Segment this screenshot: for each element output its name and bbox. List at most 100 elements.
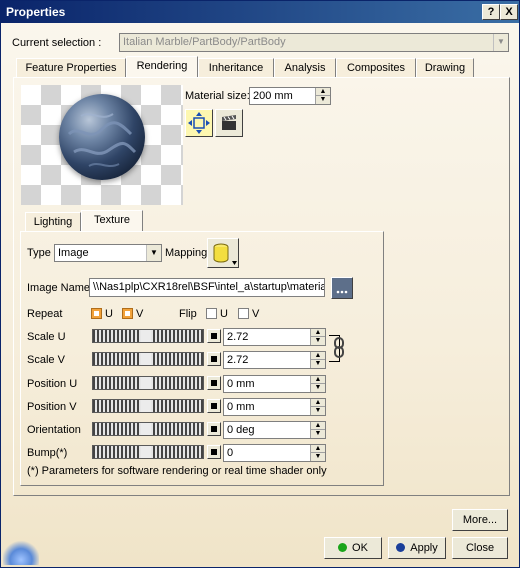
ok-button[interactable]: OK (324, 537, 382, 559)
flip-u-checkbox[interactable] (206, 308, 217, 319)
mapping-button[interactable] (207, 238, 239, 268)
spin-down-icon[interactable]: ▼ (310, 430, 325, 438)
fit-material-button[interactable] (185, 109, 213, 137)
position-u-reset-button[interactable] (207, 376, 221, 390)
subtab-lighting[interactable]: Lighting (25, 212, 81, 232)
spin-up-icon[interactable]: ▲ (310, 399, 325, 407)
tab-composites[interactable]: Composites (336, 58, 416, 78)
tab-analysis[interactable]: Analysis (274, 58, 336, 78)
slider-thumb[interactable] (141, 423, 152, 435)
clapperboard-icon (222, 115, 236, 130)
tab-rendering[interactable]: Rendering (126, 56, 198, 78)
close-button[interactable]: Close (452, 537, 508, 559)
spin-down-icon[interactable]: ▼ (310, 360, 325, 368)
spin-down-icon[interactable]: ▼ (310, 337, 325, 345)
repeat-v-label: V (136, 308, 144, 320)
browse-image-button[interactable] (331, 277, 353, 299)
image-name-field[interactable]: \\Nas1plp\CXR18rel\BSF\intel_a\startup\m… (89, 278, 325, 297)
tab-inheritance[interactable]: Inheritance (198, 58, 274, 78)
ok-status-icon (338, 543, 348, 552)
param-label: Position U (27, 378, 78, 390)
spin-up-icon[interactable]: ▲ (310, 422, 325, 430)
logo-glow (3, 539, 39, 565)
slider-thumb[interactable] (141, 377, 152, 389)
param-value: 0 mm (227, 378, 255, 390)
footnote-text: (*) Parameters for software rendering or… (27, 465, 327, 477)
type-combo[interactable]: Image ▼ (54, 244, 162, 262)
material-size-value: 200 mm (253, 90, 293, 102)
close-window-button[interactable]: X (500, 4, 518, 20)
slider-thumb[interactable] (141, 353, 152, 365)
spin-up-icon[interactable]: ▲ (310, 352, 325, 360)
move-arrows-icon (188, 112, 210, 134)
material-size-label: Material size: (185, 90, 250, 102)
material-sphere-image (59, 94, 145, 180)
orientation-reset-button[interactable] (207, 422, 221, 436)
slider-thumb[interactable] (141, 446, 152, 458)
flip-u-label: U (220, 308, 228, 320)
type-value: Image (58, 247, 89, 259)
chevron-down-icon[interactable]: ▼ (493, 34, 508, 51)
scale-u-reset-button[interactable] (207, 329, 221, 343)
scale-u-slider[interactable] (92, 329, 204, 343)
image-name-label: Image Name (27, 282, 90, 294)
param-value: 0 mm (227, 401, 255, 413)
browse-icon (336, 290, 348, 294)
position-u-spinner[interactable]: 0 mm ▲ ▼ (223, 375, 326, 393)
tab-feature-properties[interactable]: Feature Properties (16, 58, 126, 78)
material-size-spinner[interactable]: 200 mm ▲ ▼ (249, 87, 331, 105)
position-v-spinner[interactable]: 0 mm ▲ ▼ (223, 398, 326, 416)
scale-u-spinner[interactable]: 2.72 ▲ ▼ (223, 328, 326, 346)
param-label: Scale V (27, 354, 65, 366)
bump-reset-button[interactable] (207, 445, 221, 459)
window-title: Properties (6, 5, 66, 19)
tab-drawing[interactable]: Drawing (416, 58, 474, 78)
repeat-v-checkbox[interactable] (122, 308, 133, 319)
clapper-button[interactable] (215, 109, 243, 137)
spin-up-icon[interactable]: ▲ (310, 376, 325, 384)
chevron-down-icon[interactable]: ▼ (146, 245, 161, 261)
subtab-texture[interactable]: Texture (81, 210, 143, 232)
chain-link-icon[interactable] (333, 337, 345, 362)
flip-v-checkbox[interactable] (238, 308, 249, 319)
slider-thumb[interactable] (141, 330, 152, 342)
repeat-u-checkbox[interactable] (91, 308, 102, 319)
help-button[interactable]: ? (482, 4, 500, 20)
properties-dialog: Properties ? X Current selection : Itali… (0, 0, 520, 568)
orientation-spinner[interactable]: 0 deg ▲ ▼ (223, 421, 326, 439)
position-u-slider[interactable] (92, 376, 204, 390)
more-button[interactable]: More... (452, 509, 508, 531)
param-value: 0 deg (227, 424, 255, 436)
scale-v-spinner[interactable]: 2.72 ▲ ▼ (223, 351, 326, 369)
scale-v-reset-button[interactable] (207, 352, 221, 366)
spin-down-icon[interactable]: ▼ (310, 453, 325, 461)
spin-up-icon[interactable]: ▲ (310, 445, 325, 453)
spin-down-icon[interactable]: ▼ (310, 384, 325, 392)
param-value: 2.72 (227, 331, 249, 343)
position-v-reset-button[interactable] (207, 399, 221, 413)
material-preview (21, 85, 183, 205)
scale-v-slider[interactable] (92, 352, 204, 366)
repeat-label: Repeat (27, 308, 63, 320)
spin-down-icon[interactable]: ▼ (310, 407, 325, 415)
title-bar[interactable]: Properties ? X (1, 1, 519, 23)
ok-button-label: OK (352, 542, 368, 554)
current-selection-value: Italian Marble/PartBody/PartBody (123, 36, 286, 48)
param-label: Position V (27, 401, 77, 413)
position-v-slider[interactable] (92, 399, 204, 413)
orientation-slider[interactable] (92, 422, 204, 436)
bump-slider[interactable] (92, 445, 204, 459)
param-value: 0 (227, 447, 234, 459)
spin-up-icon[interactable]: ▲ (310, 329, 325, 337)
mapping-label: Mapping (165, 247, 208, 259)
cylinder-mapping-icon (213, 243, 237, 265)
spin-up-icon[interactable]: ▲ (315, 88, 330, 96)
flip-label: Flip (179, 308, 197, 320)
spin-down-icon[interactable]: ▼ (315, 96, 330, 104)
bump-spinner[interactable]: 0 ▲ ▼ (223, 444, 326, 462)
apply-button-label: Apply (410, 542, 438, 554)
flip-v-label: V (252, 308, 260, 320)
slider-thumb[interactable] (141, 400, 152, 412)
apply-button[interactable]: Apply (388, 537, 446, 559)
current-selection-combo[interactable]: Italian Marble/PartBody/PartBody ▼ (119, 33, 509, 52)
